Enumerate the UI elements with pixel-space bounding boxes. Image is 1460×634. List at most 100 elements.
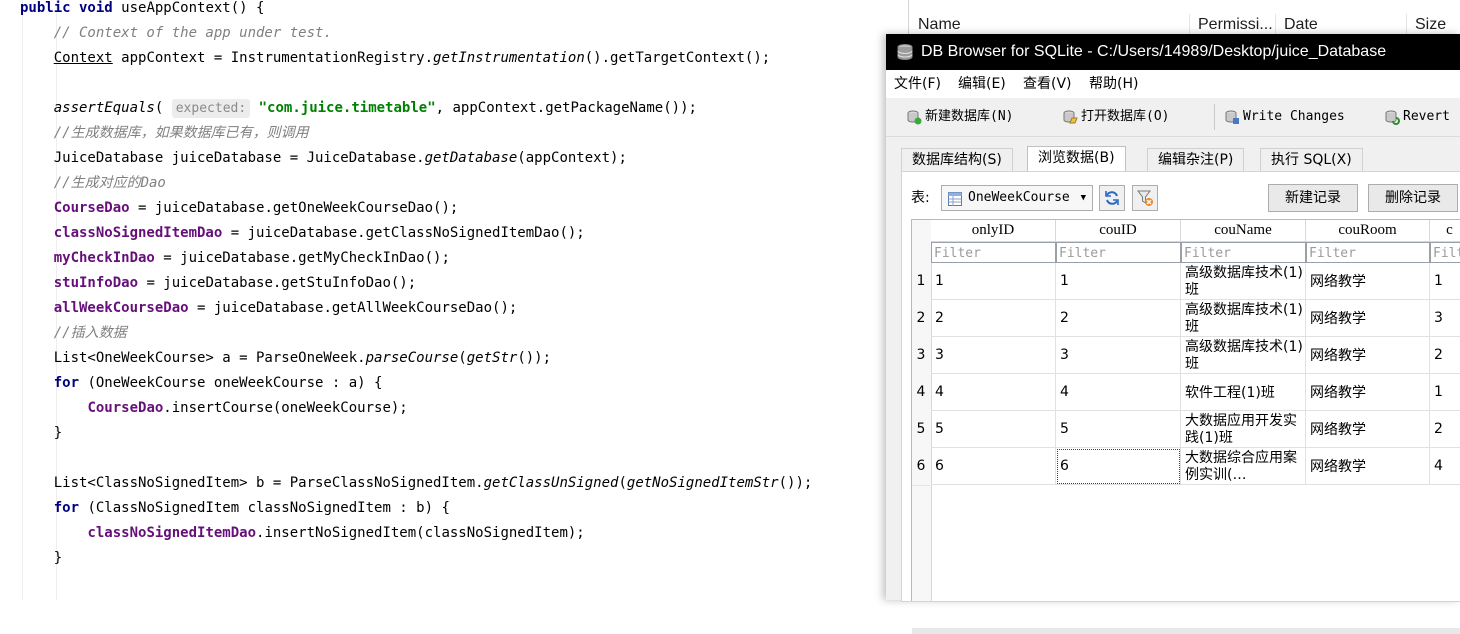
- filter-input-c[interactable]: Filter: [1430, 242, 1460, 263]
- clear-filters-button[interactable]: [1132, 185, 1158, 211]
- row-number[interactable]: 1: [912, 263, 930, 301]
- table-cell[interactable]: 大数据综合应用案例实训(…: [1181, 448, 1306, 485]
- table-cell[interactable]: 4: [1056, 374, 1181, 411]
- menu-file[interactable]: 文件(F): [894, 70, 941, 98]
- table-cell[interactable]: 6: [931, 448, 1056, 485]
- menu-help[interactable]: 帮助(H): [1089, 70, 1138, 98]
- table-cell[interactable]: 1: [1430, 374, 1460, 411]
- code-line[interactable]: //生成数据库，如果数据库已有，则调用: [20, 121, 309, 146]
- code-line[interactable]: }: [20, 546, 62, 571]
- code-line[interactable]: assertEquals( expected: "com.juice.timet…: [20, 96, 697, 121]
- code-line[interactable]: for (OneWeekCourse oneWeekCourse : a) {: [20, 371, 383, 396]
- code-line[interactable]: }: [20, 421, 62, 446]
- tab-execute-sql[interactable]: 执行 SQL(X): [1260, 148, 1363, 171]
- menu-view[interactable]: 查看(V): [1023, 70, 1072, 98]
- column-header-permissions[interactable]: Permissi...: [1189, 14, 1273, 36]
- table-cell[interactable]: 软件工程(1)班: [1181, 374, 1306, 411]
- code-line[interactable]: public void useAppContext() {: [20, 0, 264, 21]
- file-explorer-header: Name Permissi... Date Size: [908, 0, 1460, 36]
- table-cell[interactable]: 网络教学: [1306, 374, 1430, 411]
- code-token: allWeekCourseDao: [53, 300, 189, 316]
- filter-input-couname[interactable]: Filter: [1181, 242, 1306, 263]
- filter-input-couroom[interactable]: Filter: [1306, 242, 1430, 263]
- filter-input-onlyid[interactable]: Filter: [931, 242, 1056, 263]
- row-number[interactable]: 4: [912, 374, 930, 412]
- table-cell[interactable]: 高级数据库技术(1)班: [1181, 300, 1306, 337]
- code-line[interactable]: allWeekCourseDao = juiceDatabase.getAllW…: [20, 296, 518, 321]
- column-header-onlyid[interactable]: onlyID: [931, 220, 1056, 242]
- table-cell[interactable]: 4: [1430, 448, 1460, 485]
- column-header-c[interactable]: c: [1430, 220, 1460, 242]
- code-line[interactable]: //生成对应的Dao: [20, 171, 166, 196]
- code-token: //生成数据库，如果数据库已有，则调用: [53, 125, 309, 141]
- code-line[interactable]: List<OneWeekCourse> a = ParseOneWeek.par…: [20, 346, 551, 371]
- row-number[interactable]: 5: [912, 411, 930, 449]
- table-cell[interactable]: 网络教学: [1306, 300, 1430, 337]
- horizontal-scrollbar[interactable]: [912, 628, 1460, 634]
- code-line[interactable]: CourseDao = juiceDatabase.getOneWeekCour…: [20, 196, 459, 221]
- column-header-couid[interactable]: couID: [1056, 220, 1181, 242]
- code-editor[interactable]: public void useAppContext() { // Context…: [0, 0, 886, 600]
- tab-bar: 数据库结构(S) 浏览数据(B) 编辑杂注(P) 执行 SQL(X): [886, 146, 1460, 172]
- row-number[interactable]: 2: [912, 300, 930, 338]
- table-cell[interactable]: 网络教学: [1306, 448, 1430, 485]
- filter-input-couid[interactable]: Filter: [1056, 242, 1181, 263]
- revert-button[interactable]: Revert: [1384, 104, 1450, 130]
- refresh-button[interactable]: [1099, 185, 1125, 211]
- table-cell[interactable]: 1: [931, 263, 1056, 300]
- tab-edit-pragmas[interactable]: 编辑杂注(P): [1147, 148, 1245, 171]
- tab-database-structure[interactable]: 数据库结构(S): [901, 148, 1013, 171]
- db-browser-window: DB Browser for SQLite - C:/Users/14989/D…: [886, 34, 1460, 634]
- data-grid[interactable]: onlyID Filter couID Filter couName Filter couR…: [911, 219, 1460, 601]
- code-line[interactable]: //插入数据: [20, 321, 127, 346]
- table-cell[interactable]: 高级数据库技术(1)班: [1181, 263, 1306, 300]
- write-changes-button[interactable]: Write Changes: [1224, 104, 1345, 130]
- table-cell[interactable]: 5: [931, 411, 1056, 448]
- column-header-couname[interactable]: couName: [1181, 220, 1306, 242]
- table-cell[interactable]: 网络教学: [1306, 337, 1430, 374]
- window-titlebar[interactable]: DB Browser for SQLite - C:/Users/14989/D…: [886, 34, 1460, 70]
- code-line[interactable]: classNoSignedItemDao = juiceDatabase.get…: [20, 221, 585, 246]
- delete-record-button[interactable]: 删除记录: [1368, 184, 1458, 212]
- table-cell[interactable]: 3: [1430, 300, 1460, 337]
- code-line[interactable]: classNoSignedItemDao.insertNoSignedItem(…: [20, 521, 584, 546]
- table-cell[interactable]: 3: [1056, 337, 1181, 374]
- table-cell[interactable]: 2: [931, 300, 1056, 337]
- table-select[interactable]: OneWeekCourse ▼: [941, 185, 1093, 211]
- column-header-size[interactable]: Size: [1406, 14, 1446, 36]
- table-cell[interactable]: 1: [1430, 263, 1460, 300]
- table-cell[interactable]: 网络教学: [1306, 263, 1430, 300]
- tab-browse-data[interactable]: 浏览数据(B): [1027, 146, 1126, 172]
- table-cell[interactable]: 3: [931, 337, 1056, 374]
- row-number[interactable]: 6: [912, 448, 930, 486]
- new-record-button[interactable]: 新建记录: [1268, 184, 1358, 212]
- code-line[interactable]: List<ClassNoSignedItem> b = ParseClassNo…: [20, 471, 813, 496]
- column-header-couroom[interactable]: couRoom: [1306, 220, 1430, 242]
- column-header-name[interactable]: Name: [909, 14, 961, 36]
- code-line[interactable]: stuInfoDao = juiceDatabase.getStuInfoDao…: [20, 271, 416, 296]
- code-line[interactable]: for (ClassNoSignedItem classNoSignedItem…: [20, 496, 450, 521]
- table-cell[interactable]: 高级数据库技术(1)班: [1181, 337, 1306, 374]
- code-line[interactable]: Context appContext = InstrumentationRegi…: [20, 46, 770, 71]
- table-cell[interactable]: 网络教学: [1306, 411, 1430, 448]
- table-cell[interactable]: 2: [1430, 337, 1460, 374]
- table-cell[interactable]: 6: [1056, 448, 1181, 485]
- code-line[interactable]: // Context of the app under test.: [20, 21, 332, 46]
- table-cell[interactable]: 1: [1056, 263, 1181, 300]
- code-line[interactable]: JuiceDatabase juiceDatabase = JuiceDatab…: [20, 146, 627, 171]
- table-cell[interactable]: 4: [931, 374, 1056, 411]
- code-line[interactable]: CourseDao.insertCourse(oneWeekCourse);: [20, 396, 407, 421]
- open-database-button[interactable]: 打开数据库(O): [1062, 104, 1169, 130]
- table-cell[interactable]: 2: [1430, 411, 1460, 448]
- menu-edit[interactable]: 编辑(E): [958, 70, 1006, 98]
- new-database-button[interactable]: 新建数据库(N): [906, 104, 1013, 130]
- table-cell[interactable]: 大数据应用开发实践(1)班: [1181, 411, 1306, 448]
- column-header-date[interactable]: Date: [1275, 14, 1318, 36]
- code-line[interactable]: myCheckInDao = juiceDatabase.getMyCheckI…: [20, 246, 450, 271]
- table-cell[interactable]: 5: [1056, 411, 1181, 448]
- row-number[interactable]: 3: [912, 337, 930, 375]
- window-title: DB Browser for SQLite - C:/Users/14989/D…: [921, 43, 1387, 60]
- table-cell[interactable]: 2: [1056, 300, 1181, 337]
